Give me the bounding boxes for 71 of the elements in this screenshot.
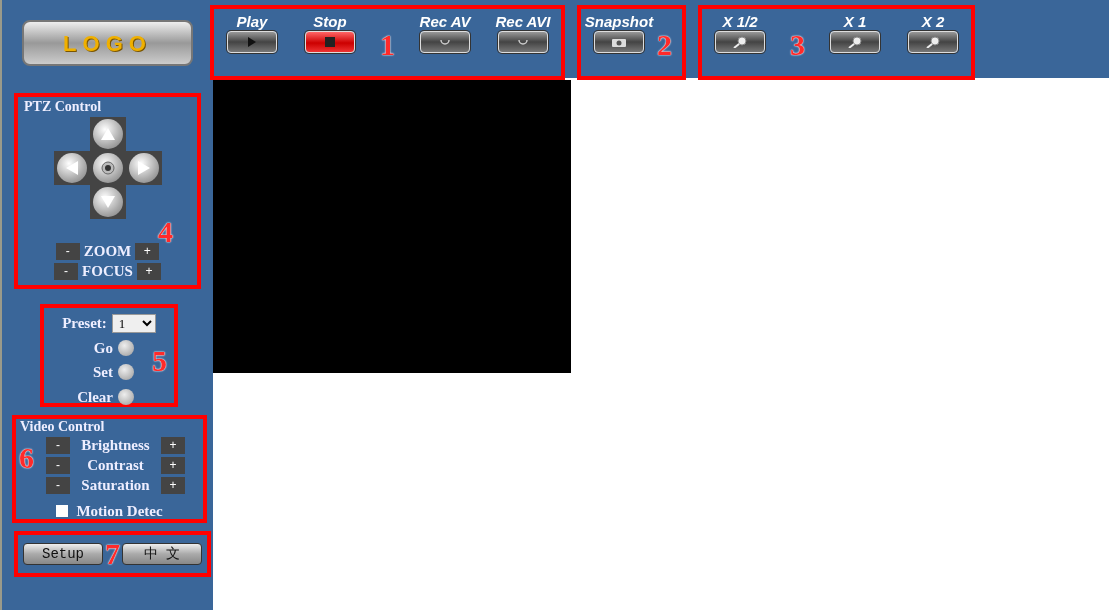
magnifier-icon bbox=[847, 36, 863, 48]
minus-button[interactable]: - bbox=[46, 476, 70, 494]
button-label: Rec AVI bbox=[495, 13, 551, 31]
annotation-number: 5 bbox=[152, 346, 167, 376]
left-arrow-icon bbox=[65, 161, 78, 175]
language-button[interactable]: 中 文 bbox=[122, 543, 202, 565]
annotation-number: 7 bbox=[105, 539, 120, 569]
preset-label: Preset: bbox=[62, 314, 107, 333]
plus-button[interactable]: + bbox=[161, 436, 185, 454]
annotation-number: 3 bbox=[790, 29, 805, 60]
annotation-number: 4 bbox=[158, 217, 173, 247]
logo-text: LOGO bbox=[63, 29, 152, 58]
round-button[interactable] bbox=[118, 364, 134, 381]
setup-button[interactable]: Setup bbox=[23, 543, 103, 565]
preset-select[interactable]: 1 bbox=[111, 313, 156, 333]
plus-button[interactable]: + bbox=[136, 262, 161, 280]
minus-button[interactable]: - bbox=[46, 456, 70, 474]
adjust-label: Contrast bbox=[87, 455, 144, 475]
zoom-button[interactable] bbox=[908, 31, 958, 53]
ring-icon bbox=[100, 161, 115, 175]
record-button[interactable] bbox=[420, 31, 470, 53]
right-arrow-button[interactable] bbox=[128, 153, 159, 183]
magnifier-icon bbox=[732, 36, 748, 48]
down-arrow-button[interactable] bbox=[92, 187, 123, 217]
camera-button[interactable] bbox=[594, 31, 644, 53]
section-title: PTZ Control bbox=[24, 99, 103, 115]
plus-button[interactable]: + bbox=[161, 456, 185, 474]
center-button[interactable] bbox=[92, 153, 123, 183]
button-label: X 2 bbox=[921, 13, 945, 31]
adjust-label: Brightness bbox=[81, 435, 150, 455]
play-button[interactable] bbox=[227, 31, 277, 53]
stop-icon bbox=[325, 37, 335, 47]
camera-icon bbox=[611, 37, 627, 47]
play-icon bbox=[248, 37, 256, 47]
record-button[interactable] bbox=[498, 31, 548, 53]
button-label: Stop bbox=[313, 13, 347, 31]
plus-button[interactable]: + bbox=[161, 476, 185, 494]
down-arrow-icon bbox=[100, 196, 115, 208]
annotation-number: 1 bbox=[380, 29, 395, 60]
section-title: Video Control bbox=[20, 419, 106, 435]
adjust-label: FOCUS bbox=[82, 261, 133, 281]
adjust-label: ZOOM bbox=[83, 241, 132, 261]
button-label: X 1 bbox=[843, 13, 867, 31]
action-label: Go bbox=[93, 338, 113, 358]
minus-button[interactable]: - bbox=[46, 436, 70, 454]
round-button[interactable] bbox=[118, 339, 134, 356]
arc-icon bbox=[440, 38, 450, 46]
zoom-button[interactable] bbox=[715, 31, 765, 53]
zoom-button[interactable] bbox=[830, 31, 880, 53]
minus-button[interactable]: - bbox=[55, 242, 80, 260]
arc-icon bbox=[518, 38, 528, 46]
up-arrow-icon bbox=[100, 128, 115, 140]
button-label: Rec AV bbox=[419, 13, 471, 31]
checkbox-label: Motion Detec bbox=[76, 501, 163, 521]
annotation-number: 6 bbox=[19, 443, 34, 473]
adjust-label: Saturation bbox=[81, 475, 150, 495]
round-button[interactable] bbox=[118, 388, 134, 405]
magnifier-icon bbox=[925, 36, 941, 48]
button-label: Play bbox=[236, 13, 268, 31]
motion-checkbox[interactable] bbox=[56, 505, 69, 517]
annotation-number: 2 bbox=[657, 29, 672, 60]
minus-button[interactable]: - bbox=[54, 262, 79, 280]
stop-button[interactable] bbox=[305, 31, 355, 53]
left-arrow-button[interactable] bbox=[56, 153, 87, 183]
button-label: Snapshot bbox=[584, 13, 654, 31]
up-arrow-button[interactable] bbox=[92, 119, 123, 149]
right-arrow-icon bbox=[137, 161, 150, 175]
button-label: X 1/2 bbox=[722, 13, 758, 31]
plus-button[interactable]: + bbox=[135, 242, 160, 260]
action-label: Clear bbox=[77, 387, 113, 407]
action-label: Set bbox=[93, 363, 113, 382]
